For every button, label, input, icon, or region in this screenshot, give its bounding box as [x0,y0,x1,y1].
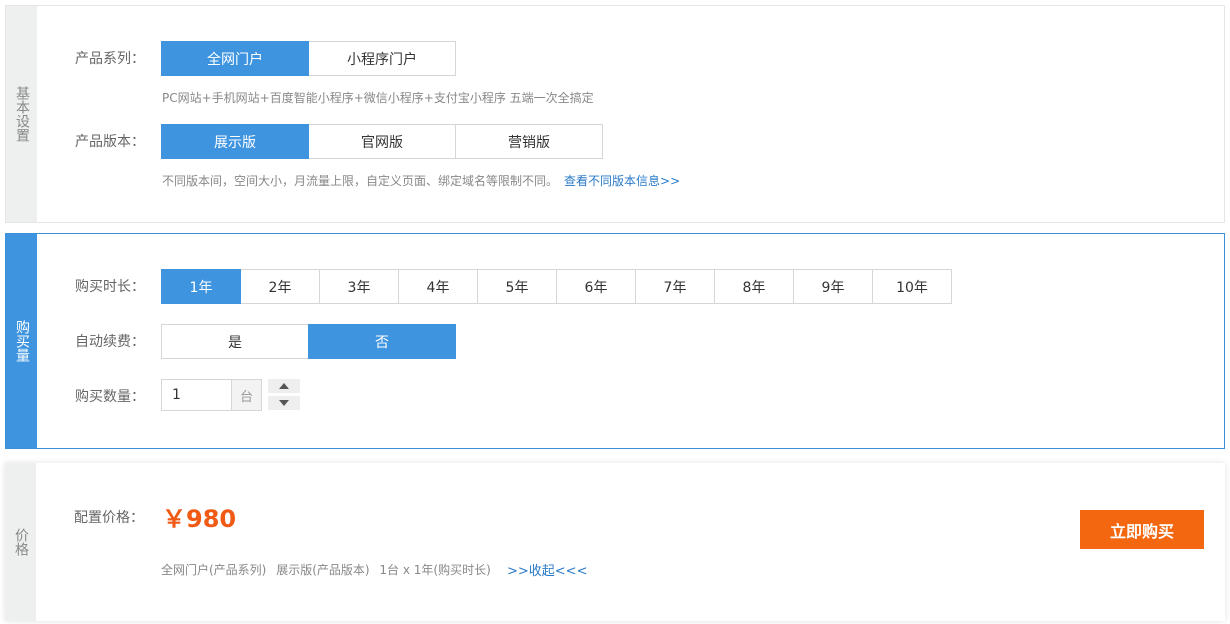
quantity-unit: 台 [231,379,262,411]
duration-option[interactable]: 1年 [161,269,241,304]
purchase-sidebar: 购买量 [6,234,37,448]
quantity-decrease-button[interactable] [268,395,300,410]
purchase-section: 购买量 购买时长： 1年 2年 3年 4年 5年 6年 7年 8年 9年 10年 自动续费： 是否… [5,233,1225,449]
triangle-down-icon [279,399,289,406]
version-option[interactable]: 官网版 [308,124,456,159]
purchase-label: 购买量 [14,320,30,362]
price-side-label: 价格 [13,528,29,556]
duration-option[interactable]: 7年 [635,269,715,304]
renew-label: 自动续费： [75,334,145,350]
duration-option[interactable]: 2年 [240,269,320,304]
duration-option[interactable]: 8年 [714,269,794,304]
version-compare-link[interactable]: 查看不同版本信息>> [564,174,680,188]
duration-option[interactable]: 6年 [556,269,636,304]
summary-duration: 1台 x 1年(购买时长) [379,563,491,577]
quantity-input[interactable] [161,379,231,411]
quantity-control: 台 [161,378,300,411]
summary-series: 全网门户(产品系列) [161,563,267,577]
quantity-increase-button[interactable] [268,378,300,393]
price-section: 价格 配置价格： ￥980 全网门户(产品系列) 展示版(产品版本) 1台 x … [5,463,1225,621]
duration-option[interactable]: 3年 [319,269,399,304]
duration-option[interactable]: 9年 [793,269,873,304]
basic-settings-sidebar: 基本设置 [6,6,37,222]
series-options: 全网门户 小程序门户 [161,41,456,76]
price-value: ￥980 [162,505,237,533]
version-option[interactable]: 展示版 [161,124,309,159]
basic-settings-section: 基本设置 产品系列： 全网门户 小程序门户 PC网站+手机网站+百度智能小程序+微… [5,5,1225,223]
series-option[interactable]: 小程序门户 [308,41,456,76]
price-content: 配置价格： ￥980 全网门户(产品系列) 展示版(产品版本) 1台 x 1年(… [36,463,1225,621]
quantity-label: 购买数量： [75,389,145,405]
duration-label: 购买时长： [75,279,145,295]
series-hint: PC网站+手机网站+百度智能小程序+微信小程序+支付宝小程序 五端一次全搞定 [162,91,594,105]
basic-settings-content: 产品系列： 全网门户 小程序门户 PC网站+手机网站+百度智能小程序+微信小程序+… [37,6,1224,222]
basic-settings-label: 基本设置 [14,86,30,142]
duration-option[interactable]: 10年 [872,269,952,304]
renew-option[interactable]: 是 [161,324,309,359]
renew-options: 是否 [161,324,456,359]
duration-option[interactable]: 4年 [398,269,478,304]
price-label: 配置价格： [74,510,144,526]
quantity-stepper [268,378,300,410]
version-hint: 不同版本间，空间大小，月流量上限，自定义页面、绑定域名等限制不同。 [162,174,559,188]
version-label: 产品版本： [75,134,145,150]
buy-now-button[interactable]: 立即购买 [1080,510,1204,549]
config-summary: 全网门户(产品系列) 展示版(产品版本) 1台 x 1年(购买时长) [161,561,497,578]
version-hint-row: 不同版本间，空间大小，月流量上限，自定义页面、绑定域名等限制不同。 查看不同版本信… [162,172,680,189]
collapse-link[interactable]: >>收起<<< [507,560,587,579]
purchase-content: 购买时长： 1年 2年 3年 4年 5年 6年 7年 8年 9年 10年 自动续费： 是否 购买数… [37,234,1224,448]
price-sidebar: 价格 [5,463,36,621]
renew-option[interactable]: 否 [308,324,456,359]
version-option[interactable]: 营销版 [455,124,603,159]
series-label: 产品系列： [75,51,145,67]
triangle-up-icon [279,382,289,389]
summary-version: 展示版(产品版本) [276,563,370,577]
series-option[interactable]: 全网门户 [161,41,309,76]
duration-options: 1年 2年 3年 4年 5年 6年 7年 8年 9年 10年 [161,269,952,304]
version-options: 展示版 官网版 营销版 [161,124,603,159]
duration-option[interactable]: 5年 [477,269,557,304]
